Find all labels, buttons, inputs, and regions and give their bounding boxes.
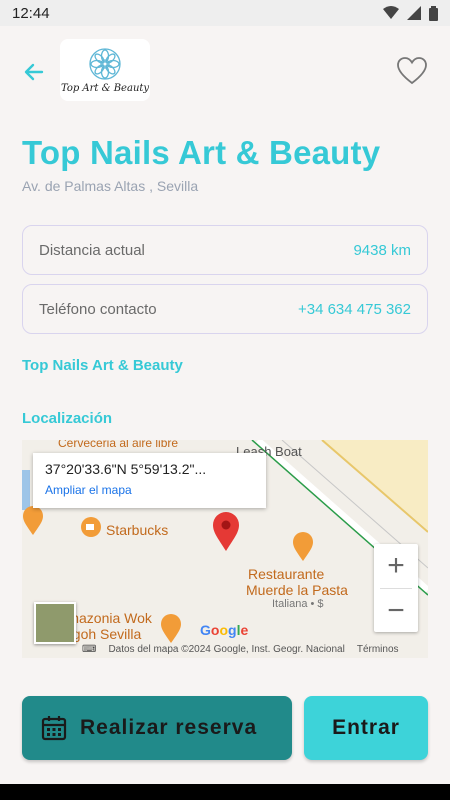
coffee-pin-icon	[81, 517, 101, 537]
map-terms-link[interactable]: Términos	[357, 644, 399, 655]
back-button[interactable]	[20, 58, 48, 86]
heart-icon	[397, 57, 427, 85]
section-location: Localización	[22, 410, 113, 427]
map-label-restaurante-1: Restaurante	[248, 566, 325, 582]
map-label-starbucks: Starbucks	[106, 522, 169, 538]
mandala-icon	[89, 47, 121, 80]
enter-button[interactable]: Entrar	[304, 696, 428, 760]
business-title: Top Nails Art & Beauty	[22, 134, 381, 171]
map-label-restaurante-2: Muerde la Pasta	[246, 582, 348, 598]
zoom-out-button[interactable]: −	[374, 589, 418, 633]
expand-map-link[interactable]: Ampliar el mapa	[45, 483, 254, 497]
keyboard-icon[interactable]: ⌨	[82, 644, 96, 655]
wifi-icon	[383, 6, 399, 19]
google-logo: Google	[200, 622, 249, 638]
business-address: Av. de Palmas Altas , Sevilla	[22, 178, 199, 194]
signal-icon	[407, 6, 421, 20]
status-icons	[383, 5, 438, 21]
location-marker-icon[interactable]	[212, 512, 240, 552]
enter-button-label: Entrar	[332, 716, 400, 739]
map-view[interactable]: Cerveceria al aire libre Leash Boat Star…	[22, 440, 428, 658]
section-business-name: Top Nails Art & Beauty	[22, 357, 183, 374]
phone-value[interactable]: +34 634 475 362	[298, 301, 411, 318]
distance-label: Distancia actual	[39, 241, 145, 259]
arrow-back-icon	[24, 63, 44, 81]
satellite-toggle[interactable]	[34, 602, 76, 644]
battery-icon	[429, 5, 438, 21]
map-label-restaurante-3: Italiana • $	[272, 598, 324, 610]
reserve-button[interactable]: Realizar reserva	[22, 696, 292, 760]
reserve-button-label: Realizar reserva	[80, 716, 258, 739]
zoom-in-button[interactable]: +	[374, 544, 418, 588]
status-bar: 12:44	[0, 0, 450, 26]
phone-label: Teléfono contacto	[39, 300, 157, 318]
map-attribution-bar: ⌨ Datos del mapa ©2024 Google, Inst. Geo…	[22, 640, 428, 658]
favorite-button[interactable]	[396, 56, 428, 86]
distance-value: 9438 km	[353, 241, 411, 259]
system-nav-bar	[0, 784, 450, 800]
map-label-cerveceria: Cerveceria al aire libre	[58, 440, 179, 450]
distance-card: Distancia actual 9438 km	[22, 225, 428, 275]
status-time: 12:44	[12, 4, 50, 22]
map-zoom-controls: + −	[374, 544, 418, 632]
map-info-window: 37°20'33.6"N 5°59'13.2"... Ampliar el ma…	[33, 453, 266, 508]
business-logo: Top Art & Beauty	[60, 39, 150, 101]
logo-text: Top Art & Beauty	[60, 82, 150, 94]
map-coordinates: 37°20'33.6"N 5°59'13.2"...	[45, 461, 207, 477]
calendar-icon	[41, 716, 67, 741]
restaurant-pin-icon	[23, 506, 43, 535]
restaurant-pin-icon	[293, 532, 313, 561]
phone-card[interactable]: Teléfono contacto +34 634 475 362	[22, 284, 428, 334]
map-attribution: Datos del mapa ©2024 Google, Inst. Geogr…	[108, 643, 345, 655]
